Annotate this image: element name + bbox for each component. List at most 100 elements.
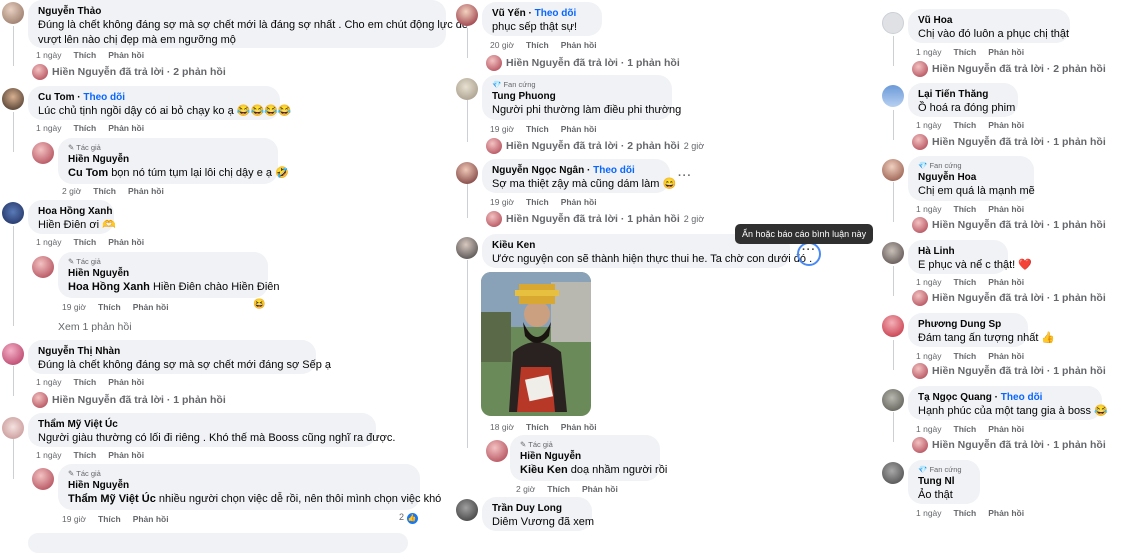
like-link[interactable]: Thích: [547, 484, 570, 494]
like-link[interactable]: Thích: [74, 377, 97, 387]
replies-link[interactable]: Hiền Nguyễn đã trả lời · 1 phản hồi: [932, 136, 1106, 148]
like-link[interactable]: Thích: [954, 351, 977, 361]
more-options-icon[interactable]: ···: [802, 244, 816, 256]
reaction-count[interactable]: 2 👍: [399, 512, 418, 524]
replies-link[interactable]: Hiền Nguyễn đã trả lời · 2 phản hồi: [52, 66, 226, 78]
comment-photo[interactable]: [481, 272, 591, 416]
reply-link[interactable]: Phản hồi: [108, 450, 144, 460]
commenter-name[interactable]: Tung Phuong: [492, 90, 662, 103]
replies-link[interactable]: Hiền Nguyễn đã trả lời · 1 phản hồi: [932, 439, 1106, 451]
like-link[interactable]: Thích: [98, 514, 121, 524]
reply-link[interactable]: Phản hồi: [988, 508, 1024, 518]
commenter-name[interactable]: Hoa Hồng Xanh: [38, 205, 112, 218]
replies-link[interactable]: Hiền Nguyễn đã trả lời · 1 phản hồi: [506, 57, 680, 69]
commenter-name[interactable]: Vũ Yến · Theo dõi: [492, 7, 592, 20]
like-link[interactable]: Thích: [93, 186, 116, 196]
like-link[interactable]: Thích: [526, 197, 549, 207]
avatar[interactable]: [882, 159, 904, 181]
avatar[interactable]: [882, 462, 904, 484]
like-link[interactable]: Thích: [954, 508, 977, 518]
commenter-name[interactable]: Hiền Nguyễn: [68, 479, 410, 492]
commenter-name[interactable]: Hiền Nguyễn: [68, 267, 258, 280]
mention-tag[interactable]: Kiều Ken: [520, 464, 568, 476]
reply-link[interactable]: Phản hồi: [561, 124, 597, 134]
avatar[interactable]: [882, 242, 904, 264]
replies-link[interactable]: Hiền Nguyễn đã trả lời · 1 phản hồi 2 giờ: [506, 213, 704, 225]
commenter-name[interactable]: Tạ Ngọc Quang · Theo dõi: [918, 391, 1092, 404]
commenter-name[interactable]: Nguyễn Hoa: [918, 171, 1024, 184]
like-link[interactable]: Thích: [74, 50, 97, 60]
commenter-name[interactable]: Thẩm Mỹ Việt Úc: [38, 418, 366, 431]
reply-link[interactable]: Phản hồi: [128, 186, 164, 196]
avatar[interactable]: [2, 88, 24, 110]
like-link[interactable]: Thích: [526, 124, 549, 134]
follow-link[interactable]: Theo dõi: [83, 92, 125, 103]
replies-link[interactable]: Hiền Nguyễn đã trả lời · 2 phản hồi 2 giờ: [506, 140, 704, 152]
reply-link[interactable]: Phản hồi: [133, 514, 169, 524]
reply-link[interactable]: Phản hồi: [582, 484, 618, 494]
commenter-name[interactable]: Hà Linh: [918, 245, 998, 258]
replies-link[interactable]: Hiền Nguyễn đã trả lời · 1 phản hồi: [932, 219, 1106, 231]
like-link[interactable]: Thích: [954, 277, 977, 287]
like-link[interactable]: Thích: [526, 422, 549, 432]
commenter-name[interactable]: Lại Tiến Thăng: [918, 88, 1008, 101]
avatar[interactable]: [456, 499, 478, 521]
replies-link[interactable]: Hiền Nguyễn đã trả lời · 1 phản hồi: [932, 292, 1106, 304]
reaction-emoji[interactable]: 😆: [253, 299, 265, 310]
view-more-replies[interactable]: Xem 1 phản hồi: [58, 321, 132, 333]
avatar[interactable]: [456, 78, 478, 100]
like-link[interactable]: Thích: [954, 120, 977, 130]
reply-link[interactable]: Phản hồi: [108, 237, 144, 247]
reply-link[interactable]: Phản hồi: [988, 120, 1024, 130]
reply-link[interactable]: Phản hồi: [561, 422, 597, 432]
replies-link[interactable]: Hiền Nguyễn đã trả lời · 1 phản hồi: [52, 394, 226, 406]
commenter-name[interactable]: Hiền Nguyễn: [520, 450, 650, 463]
reply-link[interactable]: Phản hồi: [108, 123, 144, 133]
commenter-name[interactable]: Trần Duy Long: [492, 502, 582, 515]
mention-tag[interactable]: Thẩm Mỹ Việt Úc: [68, 493, 156, 505]
commenter-name[interactable]: Nguyễn Thị Nhàn: [38, 345, 306, 358]
like-link[interactable]: Thích: [954, 424, 977, 434]
like-link[interactable]: Thích: [74, 450, 97, 460]
replies-link[interactable]: Hiền Nguyễn đã trả lời · 2 phản hồi: [932, 63, 1106, 75]
reply-link[interactable]: Phản hồi: [988, 47, 1024, 57]
reply-link[interactable]: Phản hồi: [561, 40, 597, 50]
avatar[interactable]: [882, 389, 904, 411]
mention-tag[interactable]: Hoa Hồng Xanh: [68, 281, 150, 293]
commenter-name[interactable]: Cu Tom · Theo dõi: [38, 91, 270, 104]
avatar[interactable]: [2, 343, 24, 365]
avatar[interactable]: [456, 4, 478, 26]
like-link[interactable]: Thích: [98, 302, 121, 312]
reply-link[interactable]: Phản hồi: [988, 351, 1024, 361]
reply-link[interactable]: Phản hồi: [133, 302, 169, 312]
commenter-name[interactable]: Tung Nl: [918, 475, 970, 488]
avatar[interactable]: [2, 2, 24, 24]
more-options-icon[interactable]: ···: [678, 170, 692, 182]
commenter-name[interactable]: Nguyễn Thảo: [38, 5, 436, 18]
reply-link[interactable]: Phản hồi: [988, 204, 1024, 214]
like-link[interactable]: Thích: [954, 47, 977, 57]
avatar[interactable]: [882, 315, 904, 337]
reply-link[interactable]: Phản hồi: [108, 377, 144, 387]
commenter-name[interactable]: Nguyễn Ngọc Ngân · Theo dõi: [492, 164, 660, 177]
avatar[interactable]: [882, 85, 904, 107]
like-link[interactable]: Thích: [74, 123, 97, 133]
avatar[interactable]: [2, 417, 24, 439]
reply-link[interactable]: Phản hồi: [561, 197, 597, 207]
commenter-name[interactable]: Vũ Hoa: [918, 14, 1060, 27]
avatar[interactable]: [456, 237, 478, 259]
avatar[interactable]: [456, 162, 478, 184]
follow-link[interactable]: Theo dõi: [593, 165, 635, 176]
like-link[interactable]: Thích: [526, 40, 549, 50]
reply-link[interactable]: Phản hồi: [988, 424, 1024, 434]
follow-link[interactable]: Theo dõi: [535, 8, 577, 19]
commenter-name[interactable]: Phương Dung Sp: [918, 318, 1018, 331]
avatar[interactable]: [2, 202, 24, 224]
replies-link[interactable]: Hiền Nguyễn đã trả lời · 1 phản hồi: [932, 365, 1106, 377]
avatar[interactable]: [882, 12, 904, 34]
reply-link[interactable]: Phản hồi: [988, 277, 1024, 287]
follow-link[interactable]: Theo dõi: [1001, 392, 1043, 403]
like-link[interactable]: Thích: [74, 237, 97, 247]
mention-tag[interactable]: Cu Tom: [68, 167, 108, 179]
commenter-name[interactable]: Hiền Nguyễn: [68, 153, 268, 166]
